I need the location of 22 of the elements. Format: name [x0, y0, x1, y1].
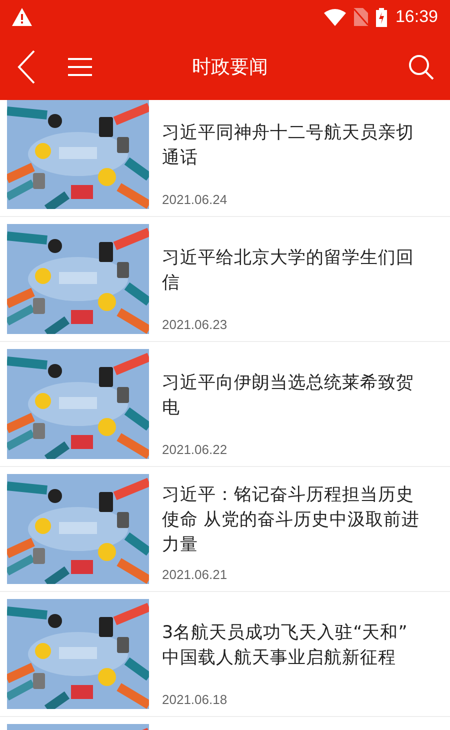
no-sim-icon — [354, 8, 368, 26]
back-icon — [16, 50, 36, 84]
search-button[interactable] — [408, 54, 434, 80]
news-date: 2021.06.22 — [162, 442, 228, 459]
news-title[interactable]: 习近平给北京大学的留学生们回信 — [162, 246, 428, 296]
menu-icon — [68, 57, 92, 77]
menu-button[interactable] — [68, 57, 92, 77]
page-title: 时政要闻 — [191, 55, 269, 80]
news-title[interactable]: 习近平：铭记奋斗历程担当历史使命 从党的奋斗历史中汲取前进力量 — [162, 483, 428, 558]
news-date: 2021.06.23 — [162, 317, 228, 334]
news-date: 2021.06.18 — [162, 692, 228, 709]
warning-icon — [12, 8, 32, 26]
news-date: 2021.06.24 — [162, 192, 228, 209]
news-date: 2021.06.21 — [162, 567, 228, 584]
search-icon — [408, 54, 434, 80]
battery-charging-icon — [376, 8, 388, 26]
news-title[interactable]: 习近平同神舟十二号航天员亲切通话 — [162, 120, 428, 170]
back-button[interactable] — [16, 50, 36, 84]
news-title[interactable]: 习近平向伊朗当选总统莱希致贺电 — [162, 370, 428, 420]
news-title[interactable]: 3名航天员成功飞天入驻“天和” 中国载人航天事业启航新征程 — [162, 620, 428, 670]
status-time: 16:39 — [395, 7, 438, 27]
wifi-icon — [324, 8, 346, 26]
